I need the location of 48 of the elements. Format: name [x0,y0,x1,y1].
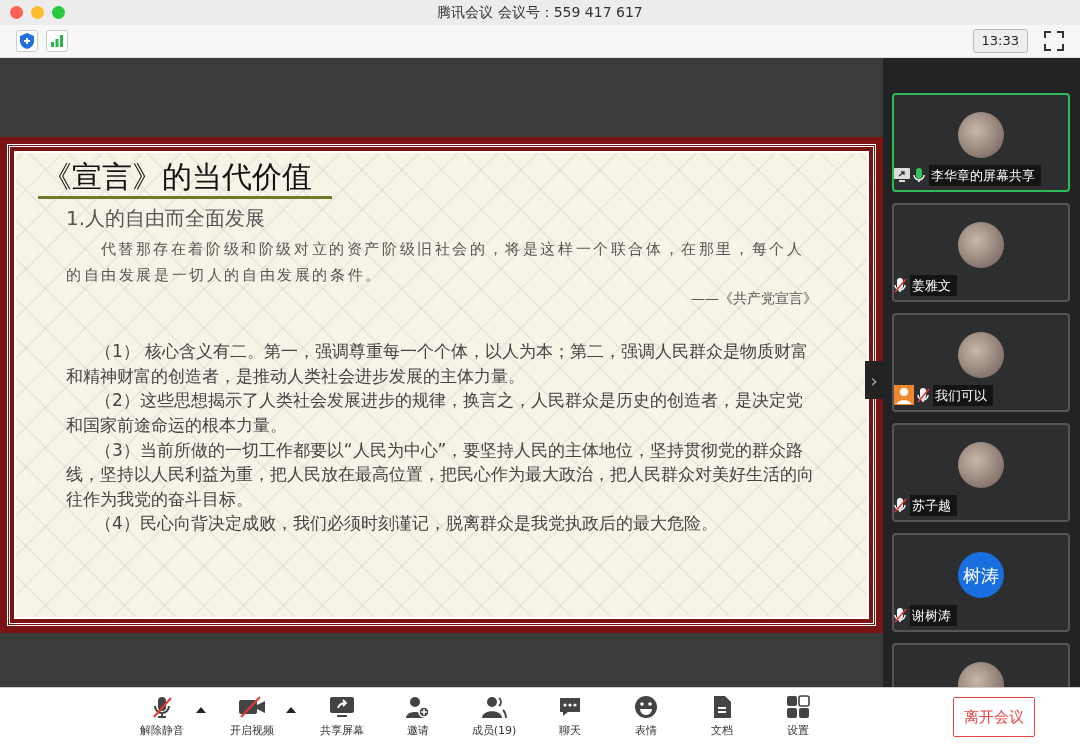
participant-tile[interactable]: 树涛 谢树涛 [892,533,1070,632]
photo-placeholder [958,112,1004,158]
caret-icon[interactable] [196,707,206,713]
participant-tile[interactable]: 苏子越 [892,423,1070,522]
settings-icon [786,694,810,719]
toolbar-button[interactable]: 开启视频 [222,694,282,740]
photo-placeholder [958,442,1004,488]
slide-paragraph: （4）民心向背决定成败，我们必须时刻谨记，脱离群众是我党执政后的最大危险。 [93,512,719,536]
slide-paragraph: （1） 核心含义有二。第一，强调尊重每一个个体，以人为本；第二，强调人民群众是物质财富和精神财富的创造者，是推动人类社会进步发展的主体力量。 [66,340,810,388]
document-icon [712,694,732,719]
smiley-face-icon [634,694,658,719]
security-shield-icon[interactable] [16,30,38,52]
screen-share-icon [329,694,355,719]
slide-paragraph: （2）这些思想揭示了人类社会发展进步的规律，换言之，人民群众是历史的创造者，是决定党和国家前途命运的根本力量。 [66,389,804,437]
slide-quote: 代替那存在着阶级和阶级对立的资产阶级旧社会的，将是这样一个联合体，在那里，每个人的自由发展是一切人的自由发展的条件。 [66,239,806,286]
slide-paragraph: （3）当前所做的一切工作都要以“人民为中心”，要坚持人民的主体地位，坚持贯彻党的群众路线，坚持以人民利益为重，把人民放在最高位置，把民心作为最大政治，把人民群众对美好生活的向往作为我党的奋斗目标。 [66,438,815,511]
toolbar-button[interactable]: 共享屏幕 [312,694,372,740]
quote-source: ——《共产党宣言》 [691,290,817,306]
fullscreen-icon[interactable] [1044,31,1064,51]
signal-bars-icon[interactable] [46,30,68,52]
slide-title: 《宣言》的当代价值 [38,157,332,199]
participant-name: 李华章的屏幕共享 [929,164,1041,186]
add-person-icon [405,694,431,719]
people-icon [480,694,508,719]
leave-meeting-button[interactable]: 离开会议 [953,696,1035,738]
participant-tile[interactable]: 我们可以 [892,313,1070,412]
toolbar-button[interactable]: 设置 [768,694,828,740]
toolbar-button[interactable]: 表情 [616,694,676,740]
close-window-button[interactable] [10,6,23,19]
sidebar-toggle-button[interactable]: › [865,361,883,399]
toolbar-button[interactable]: 聊天 [540,694,600,740]
participant-name: 谢树涛 [910,604,957,626]
participant-name: 姜雅文 [910,274,957,296]
photo-placeholder [958,332,1004,378]
participant-name: 苏子越 [910,494,957,516]
participant-tile[interactable]: 李华章的屏幕共享 [892,93,1070,192]
toolbar-button[interactable]: 解除静音 [132,694,192,740]
window-title: 腾讯会议 会议号：559 417 617 [437,3,643,22]
caret-icon[interactable] [286,707,296,713]
toolbar-button[interactable]: 邀请 [388,694,448,740]
toolbar-button[interactable]: 文档 [692,694,752,740]
initials-avatar: 树涛 [958,552,1004,598]
participant-tile[interactable]: 姜雅文 [892,203,1070,302]
clock-time: 13:33 [972,29,1028,53]
photo-placeholder [958,222,1004,268]
participant-name: 我们可以 [933,384,993,406]
slide-subtitle: 1.人的自由而全面发展 [66,205,267,232]
toolbar-button[interactable]: 成员(19) [464,694,524,740]
